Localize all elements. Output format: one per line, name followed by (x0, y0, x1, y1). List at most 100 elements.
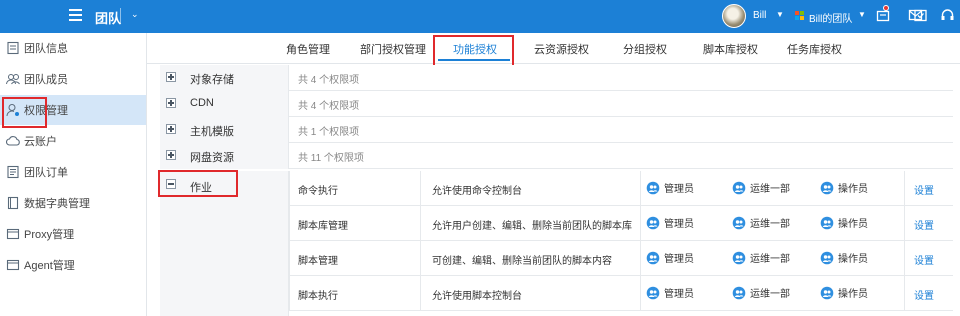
headset-icon[interactable] (940, 8, 955, 22)
tab-bar: 角色管理 部门授权管理 功能授权 云资源授权 分组授权 脚本库授权 任务库授权 (147, 33, 960, 70)
user-group-icon (732, 251, 746, 264)
user-group-icon (820, 251, 834, 264)
cloud-icon (6, 136, 20, 146)
permission-row-command-exec: 命令执行 允许使用命令控制台 管理员 运维一部 操作员 设置 (289, 171, 953, 206)
permission-row-script-library: 脚本库管理 允许用户创建、编辑、删除当前团队的脚本库 管理员 运维一部 操作员 … (289, 206, 953, 241)
group-name: 主机模版 (190, 126, 234, 138)
tab-department-authorization[interactable]: 部门授权管理 (360, 41, 426, 57)
role-tag: 运维一部 (732, 180, 790, 195)
user-group-icon (646, 286, 660, 299)
settings-link[interactable]: 设置 (914, 182, 934, 197)
task-check-icon[interactable] (913, 8, 928, 22)
role-tag: 运维一部 (732, 215, 790, 230)
sidebar-item-label: Proxy管理 (24, 229, 75, 241)
user-group-icon (732, 216, 746, 229)
permission-row-script-management: 脚本管理 可创建、编辑、删除当前团队的脚本内容 管理员 运维一部 操作员 设置 (289, 241, 953, 276)
group-row-host-template[interactable]: 主机模版 共 1 个权限项 (160, 117, 953, 143)
order-icon (7, 165, 19, 179)
sidebar-item-data-dictionary[interactable]: 数据字典管理 (0, 188, 146, 218)
sidebar-item-team-members[interactable]: 团队成员 (0, 64, 146, 94)
sidebar-item-label: 数据字典管理 (24, 198, 90, 210)
permission-name: 脚本执行 (298, 291, 338, 302)
group-row-cdn[interactable]: CDN 共 4 个权限项 (160, 91, 953, 117)
members-icon (6, 74, 20, 85)
user-menu-chevron-icon[interactable]: ▼ (776, 10, 784, 19)
role-tag: 管理员 (646, 180, 694, 195)
tab-script-library-authorization[interactable]: 脚本库授权 (703, 41, 758, 57)
group-row-job: 作业 (158, 170, 289, 316)
expand-icon[interactable] (166, 72, 176, 82)
role-tag: 运维一部 (732, 285, 790, 300)
user-group-icon (646, 216, 660, 229)
tab-group-authorization[interactable]: 分组授权 (623, 41, 667, 57)
expand-icon[interactable] (166, 124, 176, 134)
permission-row-script-exec: 脚本执行 允许使用脚本控制台 管理员 运维一部 操作员 设置 (289, 276, 953, 311)
agent-icon (6, 259, 20, 271)
group-count: 共 11 个权限项 (298, 153, 364, 164)
sidebar-item-label: 团队订单 (24, 167, 68, 179)
role-tag: 管理员 (646, 215, 694, 230)
permission-name: 脚本库管理 (298, 221, 348, 232)
permission-desc: 允许使用脚本控制台 (432, 291, 522, 302)
sidebar-item-label: 云账户 (24, 136, 57, 148)
permission-desc: 允许使用命令控制台 (432, 186, 522, 197)
menu-icon[interactable] (69, 9, 82, 21)
user-group-icon (646, 181, 660, 194)
permission-desc: 允许用户创建、编辑、删除当前团队的脚本库 (432, 221, 632, 232)
info-icon (7, 41, 19, 55)
team-switcher[interactable]: Bill的团队 (809, 10, 852, 25)
group-count: 共 4 个权限项 (298, 101, 360, 112)
tab-role-management[interactable]: 角色管理 (286, 41, 330, 57)
group-row-netdisk[interactable]: 网盘资源 共 11 个权限项 (160, 143, 953, 169)
role-tag: 操作员 (820, 250, 868, 265)
sidebar: 团队信息 团队成员 权限管理 云账户 团队订单 数据字典管理 Proxy管理 A… (0, 33, 147, 316)
dictionary-icon (7, 196, 19, 210)
user-group-icon (732, 286, 746, 299)
settings-link[interactable]: 设置 (914, 287, 934, 302)
group-name: 对象存储 (190, 74, 234, 86)
user-group-icon (820, 286, 834, 299)
user-group-icon (820, 216, 834, 229)
role-tag: 管理员 (646, 250, 694, 265)
group-name: 网盘资源 (190, 152, 234, 164)
team-switcher-chevron-icon[interactable]: ▼ (858, 10, 866, 19)
permission-icon (6, 104, 19, 117)
sidebar-item-label: 团队信息 (24, 43, 68, 55)
settings-link[interactable]: 设置 (914, 252, 934, 267)
permission-name: 命令执行 (298, 186, 338, 197)
tab-task-library-authorization[interactable]: 任务库授权 (787, 41, 842, 57)
expand-icon[interactable] (166, 150, 176, 160)
user-group-icon (732, 181, 746, 194)
user-name[interactable]: Bill (753, 10, 766, 21)
user-group-icon (820, 181, 834, 194)
job-highlight-box (158, 170, 238, 197)
top-bar: 团队 ⌄ Bill ▼ Bill的团队 ▼ (0, 0, 960, 33)
group-count: 共 4 个权限项 (298, 75, 360, 86)
settings-link[interactable]: 设置 (914, 217, 934, 232)
group-label-cell: 网盘资源 (160, 143, 289, 169)
sidebar-item-agent[interactable]: Agent管理 (0, 250, 146, 280)
role-tag: 操作员 (820, 285, 868, 300)
permission-desc: 可创建、编辑、删除当前团队的脚本内容 (432, 256, 612, 267)
group-row-object-storage[interactable]: 对象存储 共 4 个权限项 (160, 65, 953, 91)
sidebar-item-label: Agent管理 (24, 260, 75, 272)
sidebar-item-proxy[interactable]: Proxy管理 (0, 219, 146, 249)
group-count: 共 1 个权限项 (298, 127, 360, 138)
sidebar-item-cloud-account[interactable]: 云账户 (0, 126, 146, 156)
sidebar-item-team-orders[interactable]: 团队订单 (0, 157, 146, 187)
group-label-cell: CDN (160, 91, 289, 117)
role-tag: 管理员 (646, 285, 694, 300)
expand-icon[interactable] (166, 98, 176, 108)
proxy-icon (6, 228, 20, 240)
chevron-down-icon[interactable]: ⌄ (131, 9, 139, 20)
permission-name: 脚本管理 (298, 256, 338, 267)
team-title: 团队 (95, 11, 122, 26)
group-name: CDN (190, 97, 214, 109)
role-tag: 操作员 (820, 215, 868, 230)
avatar[interactable] (722, 4, 746, 28)
user-group-icon (646, 251, 660, 264)
role-tag: 运维一部 (732, 250, 790, 265)
sidebar-item-permission-management[interactable]: 权限管理 (0, 95, 146, 128)
sidebar-item-team-info[interactable]: 团队信息 (0, 33, 146, 63)
tab-cloud-resource-authorization[interactable]: 云资源授权 (534, 41, 589, 57)
